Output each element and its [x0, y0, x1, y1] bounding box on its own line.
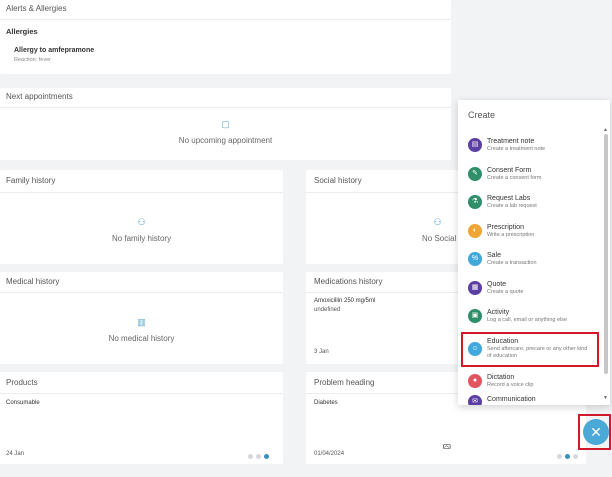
medical-history-title: Medical history — [6, 277, 60, 286]
menu-item-label: Treatment note — [487, 138, 535, 146]
family-history-card: Family history ⚇ No family history — [0, 170, 283, 264]
menu-item-quote[interactable]: ▦ Quote Create a quote — [458, 274, 604, 303]
alerts-allergies-title: Alerts & Allergies — [6, 4, 67, 13]
medication-name[interactable]: Amoxicillin 250 mg/5ml — [314, 298, 375, 304]
divider — [0, 393, 283, 394]
menu-item-desc: Create a treatment note — [487, 146, 546, 153]
pagination-dot[interactable] — [248, 454, 253, 459]
allergies-section-label: Allergies — [6, 27, 38, 36]
appointments-empty-state: ▢ No upcoming appointment — [0, 118, 451, 145]
menu-item-communication[interactable]: ✉ Communication — [458, 395, 604, 405]
menu-item-label: Quote — [487, 280, 507, 288]
medication-date: 3 Jan — [314, 349, 329, 355]
social-history-card: Social history ⚇ No Social h — [306, 170, 463, 264]
menu-item-dictation[interactable]: ● Dictation Record a voice clip — [458, 367, 604, 396]
menu-item-label: Consent Form — [487, 166, 532, 174]
social-history-title: Social history — [314, 176, 362, 185]
menu-item-desc: Record a voice clip — [487, 381, 534, 388]
social-history-empty-state: ⚇ No Social h — [416, 216, 463, 243]
products-title: Products — [6, 378, 38, 387]
product-item[interactable]: Consumable — [6, 400, 40, 406]
menu-item-desc: Create a quote — [487, 288, 524, 295]
flask-icon: ⚗ — [468, 195, 482, 210]
menu-item-label: Request Labs — [487, 195, 531, 203]
pagination-dot-active[interactable] — [264, 454, 269, 459]
next-appointments-title: Next appointments — [6, 92, 73, 101]
pill-icon: ◐ — [468, 223, 482, 238]
allergy-name[interactable]: Allergy to amfepramone — [14, 47, 94, 54]
divider — [0, 19, 451, 20]
social-icon: ⚇ — [433, 217, 442, 227]
pen-icon: ✎ — [468, 166, 482, 181]
menu-item-label: Activity — [487, 309, 510, 317]
menu-item-label: Sale — [487, 252, 502, 260]
medical-history-empty-text: No medical history — [108, 334, 175, 343]
social-history-empty-text: No Social h — [422, 234, 463, 243]
scroll-down-arrow-icon[interactable]: ▼ — [603, 395, 608, 401]
menu-item-desc: Create a consent form — [487, 174, 542, 181]
menu-item-prescription[interactable]: ◐ Prescription Write a prescription — [458, 217, 604, 246]
family-history-empty-text: No family history — [111, 234, 172, 243]
document-icon: ▤ — [468, 138, 482, 153]
menu-item-request-labs[interactable]: ⚗ Request Labs Create a lab request — [458, 188, 604, 217]
divider — [306, 192, 458, 193]
clipboard-icon: ▥ — [137, 317, 146, 327]
alerts-allergies-card: Alerts & Allergies Allergies Allergy to … — [0, 0, 451, 74]
family-history-empty-state: ⚇ No family history — [0, 216, 283, 243]
pagination-dot[interactable] — [256, 454, 261, 459]
menu-item-consent-form[interactable]: ✎ Consent Form Create a consent form — [458, 160, 604, 189]
menu-item-treatment-note[interactable]: ▤ Treatment note Create a treatment note — [458, 131, 604, 160]
calculator-icon: ▦ — [468, 280, 482, 295]
next-appointments-card: Next appointments ▢ No upcoming appointm… — [0, 88, 451, 160]
menu-item-label: Prescription — [487, 223, 524, 231]
menu-item-sale[interactable]: % Sale Create a transaction — [458, 245, 604, 274]
education-highlight-box — [461, 332, 599, 367]
menu-item-label: Communication — [487, 396, 536, 403]
menu-scrollbar[interactable] — [604, 134, 608, 374]
divider — [306, 292, 458, 293]
allergy-reaction: Reaction: fever — [14, 57, 51, 63]
products-pagination — [248, 454, 269, 459]
menu-item-desc: Log a call, email or anything else — [487, 317, 568, 324]
create-menu-title: Create — [468, 110, 496, 120]
problem-date: 01/04/2024 — [314, 451, 345, 457]
family-history-title: Family history — [6, 176, 56, 185]
divider — [0, 107, 451, 108]
problem-item[interactable]: Diabetes — [314, 400, 338, 406]
chat-icon: ✉ — [468, 395, 482, 405]
calendar-icon: ▣ — [468, 309, 482, 324]
medications-history-title: Medications history — [314, 277, 383, 286]
calendar-icon: ▢ — [221, 119, 230, 129]
tag-icon: % — [468, 252, 482, 267]
medical-history-card: Medical history ▥ No medical history — [0, 272, 283, 364]
close-icon: ✕ — [590, 424, 602, 440]
problem-heading-title: Problem heading — [314, 378, 375, 387]
problem-pagination — [557, 454, 578, 459]
appointments-empty-text: No upcoming appointment — [178, 136, 273, 145]
menu-item-activity[interactable]: ▣ Activity Log a call, email or anything … — [458, 302, 604, 331]
pagination-dot[interactable] — [573, 454, 578, 459]
family-icon: ⚇ — [137, 217, 146, 227]
menu-item-label: Dictation — [487, 373, 515, 381]
medications-history-card: Medications history Amoxicillin 250 mg/5… — [306, 272, 458, 364]
pagination-dot-active[interactable] — [565, 454, 570, 459]
pagination-dot[interactable] — [557, 454, 562, 459]
divider — [0, 292, 283, 293]
scroll-up-arrow-icon[interactable]: ▲ — [603, 127, 608, 133]
medical-history-empty-state: ▥ No medical history — [0, 316, 283, 343]
fab-highlight-box: ✕ — [578, 414, 611, 450]
menu-item-desc: Create a transaction — [487, 260, 537, 267]
mouse-cursor-icon: ⮹ — [442, 440, 452, 454]
products-card: Products Consumable 24 Jan — [0, 372, 283, 464]
menu-item-desc: Create a lab request — [487, 203, 537, 210]
medication-detail: undefined — [314, 307, 341, 313]
menu-item-desc: Write a prescription — [487, 231, 535, 238]
microphone-icon: ● — [468, 373, 482, 388]
product-date: 24 Jan — [6, 451, 25, 457]
divider — [0, 192, 283, 193]
close-create-menu-button[interactable]: ✕ — [583, 419, 609, 445]
